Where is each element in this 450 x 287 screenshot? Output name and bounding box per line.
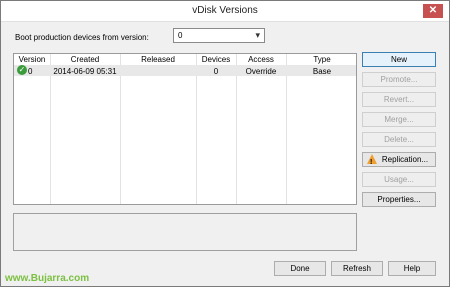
watermark: www.Bujarra.com xyxy=(5,273,90,284)
details-panel xyxy=(13,213,357,251)
replication-label: Replication... xyxy=(381,155,429,164)
title-bar: vDisk Versions ✕ xyxy=(1,1,449,22)
boot-version-label: Boot production devices from version: xyxy=(15,33,149,42)
column-divider xyxy=(196,54,197,204)
versions-table[interactable]: Version Created Released Devices Access … xyxy=(13,53,357,205)
cell-type: Base xyxy=(312,67,332,76)
merge-button[interactable]: Merge... xyxy=(362,112,436,127)
vdisk-versions-dialog: vDisk Versions ✕ Boot production devices… xyxy=(0,0,450,287)
new-button[interactable]: New xyxy=(362,52,436,67)
refresh-button[interactable]: Refresh xyxy=(331,261,383,276)
done-button[interactable]: Done xyxy=(274,261,326,276)
warning-icon: ! xyxy=(367,154,377,166)
column-header-released[interactable]: Released xyxy=(120,55,196,64)
column-divider xyxy=(120,54,121,204)
column-header-type[interactable]: Type xyxy=(286,55,356,64)
close-icon[interactable]: ✕ xyxy=(423,4,443,18)
column-header-devices[interactable]: Devices xyxy=(196,55,236,64)
delete-button[interactable]: Delete... xyxy=(362,132,436,147)
boot-version-select[interactable]: 0 ▾ xyxy=(173,28,265,43)
cell-access: Override xyxy=(245,67,277,76)
cell-devices: 0 xyxy=(213,67,219,76)
column-divider xyxy=(50,54,51,204)
window-title: vDisk Versions xyxy=(192,5,258,16)
revert-button[interactable]: Revert... xyxy=(362,92,436,107)
replication-button[interactable]: ! Replication... xyxy=(362,152,436,167)
promote-button[interactable]: Promote... xyxy=(362,72,436,87)
column-header-access[interactable]: Access xyxy=(236,55,286,64)
check-icon: ✓ xyxy=(17,65,27,75)
properties-button[interactable]: Properties... xyxy=(362,192,436,207)
table-row[interactable]: ✓ 0 2014-06-09 05:31 0 Override Base xyxy=(14,65,356,76)
chevron-down-icon[interactable]: ▾ xyxy=(255,30,260,41)
help-button[interactable]: Help xyxy=(388,261,436,276)
cell-version: 0 xyxy=(28,67,33,76)
column-header-created[interactable]: Created xyxy=(50,55,120,64)
boot-version-value: 0 xyxy=(178,31,183,40)
column-header-version[interactable]: Version xyxy=(14,55,50,64)
column-divider xyxy=(286,54,287,204)
cell-created: 2014-06-09 05:31 xyxy=(53,67,117,76)
column-divider xyxy=(236,54,237,204)
usage-button[interactable]: Usage... xyxy=(362,172,436,187)
